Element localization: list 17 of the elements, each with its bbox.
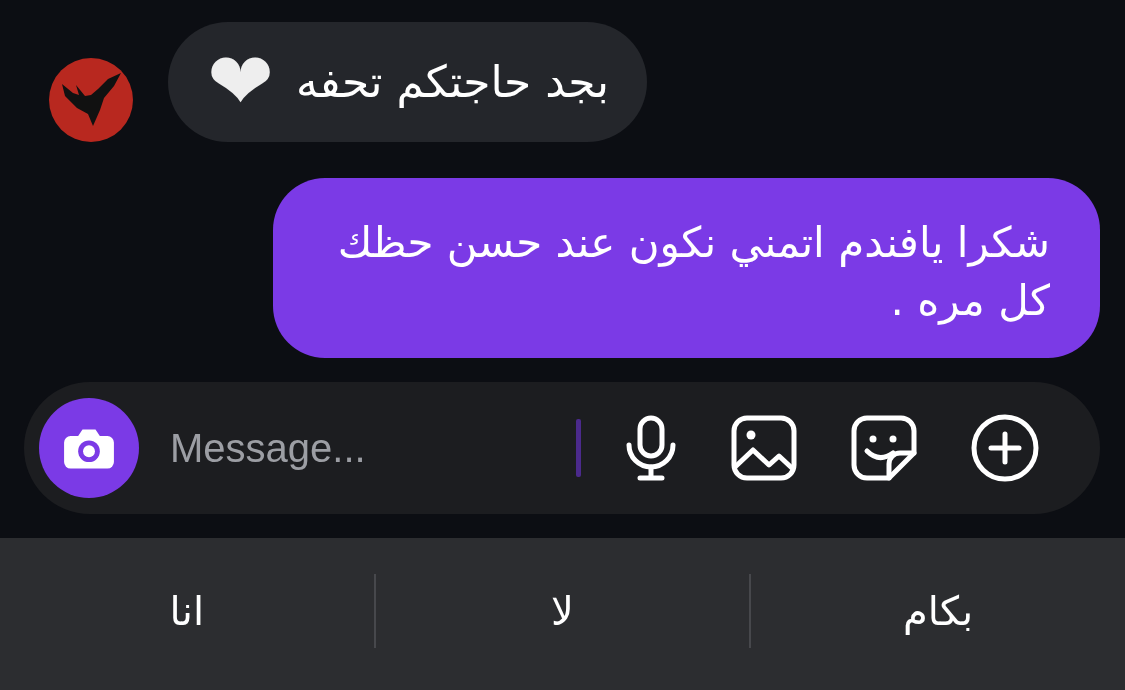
suggestion-button[interactable]: بكام <box>751 561 1125 661</box>
message-text: بجد حاجتكم تحفه <box>296 55 609 110</box>
message-input[interactable]: Message... <box>170 418 566 478</box>
bird-avatar-icon <box>49 58 133 142</box>
gallery-button[interactable] <box>731 415 797 481</box>
add-button[interactable] <box>971 414 1039 482</box>
sticker-icon <box>851 415 917 481</box>
microphone-button[interactable] <box>625 415 677 481</box>
suggestion-button[interactable]: انا <box>0 561 374 661</box>
sticker-button[interactable] <box>851 415 917 481</box>
suggestion-button[interactable]: لا <box>375 561 750 661</box>
image-icon <box>731 415 797 481</box>
heart-icon: ❤ <box>207 42 275 122</box>
message-text: شكرا يافندم اتمني نكون عند حسن حظك كل مره . <box>336 217 1050 327</box>
text-cursor-icon <box>576 419 581 477</box>
microphone-icon <box>625 415 677 481</box>
plus-circle-icon <box>971 414 1039 482</box>
